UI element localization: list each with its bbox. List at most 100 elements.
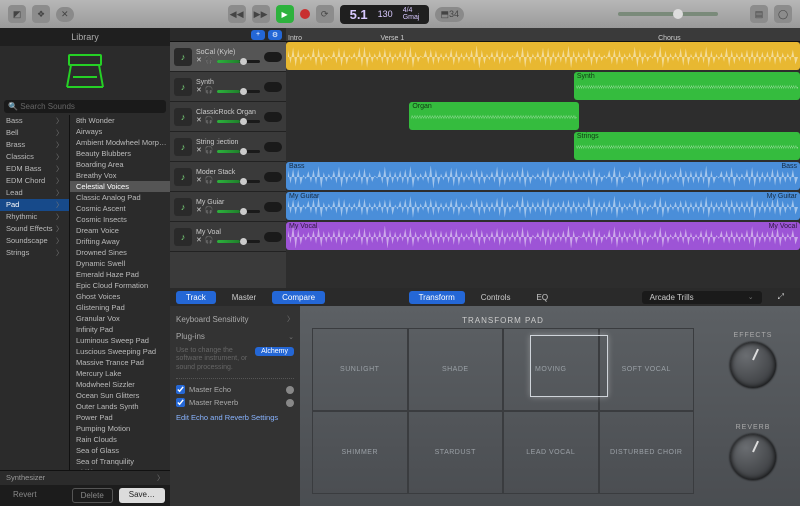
note-count[interactable]: ⬒34 — [435, 7, 464, 22]
revert-button[interactable]: Revert — [5, 488, 45, 503]
pan-knob[interactable] — [264, 202, 282, 212]
play-button[interactable]: ▶ — [276, 5, 294, 23]
category-item[interactable]: Rhythmic〉 — [0, 211, 69, 223]
record-button[interactable] — [300, 9, 310, 19]
patch-item[interactable]: 8th Wonder — [70, 115, 170, 126]
patch-item[interactable]: Infinity Pad — [70, 324, 170, 335]
region[interactable]: Organ — [409, 102, 579, 130]
category-item[interactable]: Pad〉 — [0, 199, 69, 211]
headphone-icon[interactable]: 🎧 — [205, 146, 214, 154]
headphone-icon[interactable]: 🎧 — [205, 56, 214, 64]
region[interactable]: Synth — [574, 72, 800, 100]
patch-item[interactable]: Outer Lands Synth — [70, 401, 170, 412]
transform-pad[interactable]: TRANSFORM PAD SUNLIGHTSHADEMOVINGSOFT VO… — [312, 318, 694, 494]
patch-item[interactable]: Epic Cloud Formation — [70, 280, 170, 291]
volume-fader[interactable] — [217, 150, 260, 153]
patch-item[interactable]: Ghost Voices — [70, 291, 170, 302]
reverb-knob[interactable] — [730, 434, 776, 480]
tab-master[interactable]: Master — [222, 291, 266, 304]
patch-item[interactable]: Luminous Sweep Pad — [70, 335, 170, 346]
pan-knob[interactable] — [264, 112, 282, 122]
transform-cursor[interactable] — [530, 335, 608, 397]
patch-item[interactable]: Cosmic Ascent — [70, 203, 170, 214]
transform-cell[interactable]: DISTURBED CHOIR — [599, 411, 695, 494]
pan-knob[interactable] — [264, 172, 282, 182]
volume-fader[interactable] — [217, 90, 260, 93]
patch-item[interactable]: Luscious Sweeping Pad — [70, 346, 170, 357]
category-item[interactable]: Brass〉 — [0, 139, 69, 151]
patch-item[interactable]: Massive Trance Pad — [70, 357, 170, 368]
category-item[interactable]: Bass〉 — [0, 115, 69, 127]
headphone-icon[interactable]: 🎧 — [205, 236, 214, 244]
region[interactable]: My GuitarMy Guitar — [286, 192, 800, 220]
rewind-icon[interactable]: ◀◀ — [228, 5, 246, 23]
track-header[interactable]: ♪ String :iection ✕🎧 — [170, 132, 286, 162]
patch-item[interactable]: Emerald Haze Pad — [70, 269, 170, 280]
volume-fader[interactable] — [217, 120, 260, 123]
transform-cell[interactable]: SHIMMER — [312, 411, 408, 494]
patch-list[interactable]: 8th WonderAirwaysAmbient Modwheel Morp…B… — [70, 115, 170, 470]
category-list[interactable]: Bass〉Bell〉Brass〉Classics〉EDM Bass〉EDM Ch… — [0, 115, 70, 470]
patch-item[interactable]: Ocean Sun Glitters — [70, 390, 170, 401]
headphone-icon[interactable]: 🎧 — [205, 116, 214, 124]
headphone-icon[interactable]: 🎧 — [205, 176, 214, 184]
master-echo-checkbox[interactable]: Master Echo — [176, 385, 294, 394]
patch-item[interactable]: Dream Voice — [70, 225, 170, 236]
track-header[interactable]: ♪ My Guiar ✕🎧 — [170, 192, 286, 222]
track-header[interactable]: ♪ ClassicRock Organ ✕🎧 — [170, 102, 286, 132]
track-options-icon[interactable]: ⚙ — [268, 30, 282, 40]
category-item[interactable]: Soundscape〉 — [0, 235, 69, 247]
patch-item[interactable]: Beauty Blubbers — [70, 148, 170, 159]
patch-item[interactable]: Celestial Voices — [70, 181, 170, 192]
mute-icon[interactable]: ✕ — [196, 206, 202, 214]
preset-select[interactable]: Arcade Trills⌄ — [642, 291, 762, 304]
volume-fader[interactable] — [217, 180, 260, 183]
region[interactable] — [286, 42, 800, 70]
mute-icon[interactable]: ✕ — [196, 236, 202, 244]
track-header[interactable]: ♪ SoCal (Kyle) ✕🎧 — [170, 42, 286, 72]
add-track-button[interactable]: + — [251, 30, 265, 40]
mute-icon[interactable]: ✕ — [196, 116, 202, 124]
library-toggle-icon[interactable]: ◩ — [8, 5, 26, 23]
track-header[interactable]: ♪ Synth ✕🎧 — [170, 72, 286, 102]
pan-knob[interactable] — [264, 82, 282, 92]
volume-fader[interactable] — [217, 240, 260, 243]
notepad-icon[interactable]: ▤ — [750, 5, 768, 23]
ruler[interactable]: + ⚙ IntroVerse 1Chorus — [170, 28, 800, 42]
tool-pill[interactable]: ✕ — [56, 7, 74, 22]
forward-icon[interactable]: ▶▶ — [252, 5, 270, 23]
headphone-icon[interactable]: 🎧 — [205, 86, 214, 94]
transform-cell[interactable]: SUNLIGHT — [312, 328, 408, 411]
patch-item[interactable]: Cosmic Insects — [70, 214, 170, 225]
transform-cell[interactable]: SOFT VOCAL — [599, 328, 695, 411]
patch-item[interactable]: Breathy Vox — [70, 170, 170, 181]
master-reverb-checkbox[interactable]: Master Reverb — [176, 398, 294, 407]
pan-knob[interactable] — [264, 52, 282, 62]
category-item[interactable]: EDM Bass〉 — [0, 163, 69, 175]
keyboard-sensitivity-row[interactable]: Keyboard Sensitivity〉 — [176, 312, 294, 326]
track-header[interactable]: ♪ Moder Stack ✕🎧 — [170, 162, 286, 192]
patch-item[interactable]: Dynamic Swell — [70, 258, 170, 269]
patch-item[interactable]: Modwheel Sizzler — [70, 379, 170, 390]
effects-knob[interactable] — [730, 342, 776, 388]
volume-fader[interactable] — [217, 60, 260, 63]
loops-icon[interactable]: ◯ — [774, 5, 792, 23]
volume-fader[interactable] — [217, 210, 260, 213]
tab-track[interactable]: Track — [176, 291, 216, 304]
mute-icon[interactable]: ✕ — [196, 176, 202, 184]
pan-knob[interactable] — [264, 232, 282, 242]
footer-category[interactable]: Synthesizer — [6, 473, 45, 483]
search-input[interactable]: 🔍 Search Sounds — [4, 100, 166, 113]
expand-icon[interactable]: ⤢ — [768, 290, 794, 304]
patch-item[interactable]: Granular Vox — [70, 313, 170, 324]
patch-item[interactable]: Mercury Lake — [70, 368, 170, 379]
tab-controls[interactable]: Controls — [471, 291, 521, 304]
patch-item[interactable]: Sea of Tranquility — [70, 456, 170, 467]
tab-transform[interactable]: Transform — [409, 291, 465, 304]
region[interactable]: BassBass — [286, 162, 800, 190]
lcd-display[interactable]: 5.1 130 4/4Gmaj — [340, 5, 430, 24]
transform-cell[interactable]: SHADE — [408, 328, 504, 411]
delete-button[interactable]: Delete — [72, 488, 113, 503]
category-item[interactable]: Bell〉 — [0, 127, 69, 139]
cycle-icon[interactable]: ⟳ — [316, 5, 334, 23]
